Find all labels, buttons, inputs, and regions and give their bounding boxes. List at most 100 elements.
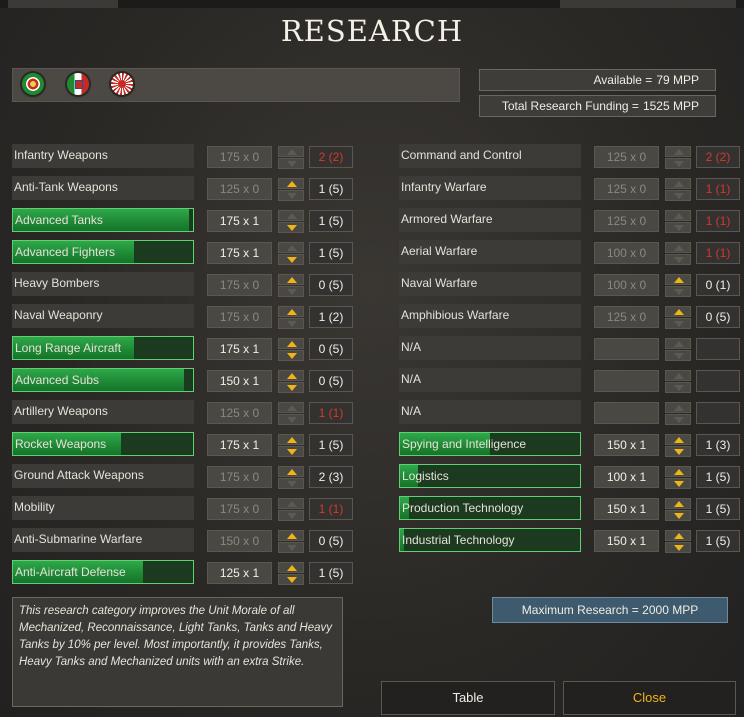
research-name-rocket-weapons[interactable]: Rocket Weapons: [12, 432, 194, 456]
decrease-arrow-icon[interactable]: [278, 158, 304, 169]
research-row-production-technology[interactable]: Production Technology 150 x 1 1 (5): [399, 496, 743, 521]
research-name-production-technology[interactable]: Production Technology: [399, 496, 581, 520]
decrease-arrow-icon[interactable]: [278, 542, 304, 553]
research-row-naval-weaponry[interactable]: Naval Weaponry 175 x 0 1 (2): [12, 304, 356, 329]
decrease-arrow-icon[interactable]: [278, 222, 304, 233]
decrease-arrow-icon[interactable]: [665, 286, 691, 297]
increase-arrow-icon[interactable]: [665, 498, 691, 509]
research-row-anti-submarine-warfare[interactable]: Anti-Submarine Warfare 150 x 0 0 (5): [12, 528, 356, 553]
research-name-infantry-weapons[interactable]: Infantry Weapons: [12, 144, 194, 168]
research-name-aerial-warfare[interactable]: Aerial Warfare: [399, 240, 581, 264]
increase-arrow-icon[interactable]: [278, 530, 304, 541]
decrease-arrow-icon[interactable]: [665, 222, 691, 233]
research-name-anti-aircraft-defense[interactable]: Anti-Aircraft Defense: [12, 560, 194, 584]
decrease-arrow-icon[interactable]: [665, 478, 691, 489]
decrease-arrow-icon[interactable]: [278, 190, 304, 201]
research-name-logistics[interactable]: Logistics: [399, 464, 581, 488]
research-name-long-range-aircraft[interactable]: Long Range Aircraft: [12, 336, 194, 360]
research-row-advanced-tanks[interactable]: Advanced Tanks 175 x 1 1 (5): [12, 208, 356, 233]
increase-arrow-icon[interactable]: [665, 530, 691, 541]
decrease-arrow-icon[interactable]: [278, 254, 304, 265]
increase-arrow-icon[interactable]: [278, 242, 304, 253]
increase-arrow-icon[interactable]: [278, 434, 304, 445]
research-row-artillery-weapons[interactable]: Artillery Weapons 125 x 0 1 (1): [12, 400, 356, 425]
research-name-industrial-technology[interactable]: Industrial Technology: [399, 528, 581, 552]
research-name-ground-attack-weapons[interactable]: Ground Attack Weapons: [12, 464, 194, 488]
research-name-command-and-control[interactable]: Command and Control: [399, 144, 581, 168]
research-row-infantry-warfare[interactable]: Infantry Warfare 125 x 0 1 (1): [399, 176, 743, 201]
research-row-spying-and-intelligence[interactable]: Spying and Intelligence 150 x 1 1 (3): [399, 432, 743, 457]
increase-arrow-icon[interactable]: [278, 370, 304, 381]
research-row-industrial-technology[interactable]: Industrial Technology 150 x 1 1 (5): [399, 528, 743, 553]
research-name-heavy-bombers[interactable]: Heavy Bombers: [12, 272, 194, 296]
research-name-armored-warfare[interactable]: Armored Warfare: [399, 208, 581, 232]
increase-arrow-icon[interactable]: [278, 210, 304, 221]
increase-arrow-icon[interactable]: [278, 178, 304, 189]
research-row-anti-aircraft-defense[interactable]: Anti-Aircraft Defense 125 x 1 1 (5): [12, 560, 356, 585]
increase-arrow-icon[interactable]: [278, 274, 304, 285]
increase-arrow-icon[interactable]: [665, 146, 691, 157]
research-row-n-a[interactable]: N/A: [399, 368, 743, 393]
research-name-n-a[interactable]: N/A: [399, 336, 581, 360]
research-name-anti-submarine-warfare[interactable]: Anti-Submarine Warfare: [12, 528, 194, 552]
research-row-long-range-aircraft[interactable]: Long Range Aircraft 175 x 1 0 (5): [12, 336, 356, 361]
decrease-arrow-icon[interactable]: [665, 510, 691, 521]
research-name-spying-and-intelligence[interactable]: Spying and Intelligence: [399, 432, 581, 456]
decrease-arrow-icon[interactable]: [665, 382, 691, 393]
research-row-n-a[interactable]: N/A: [399, 400, 743, 425]
increase-arrow-icon[interactable]: [278, 402, 304, 413]
research-name-anti-tank-weapons[interactable]: Anti-Tank Weapons: [12, 176, 194, 200]
increase-arrow-icon[interactable]: [665, 274, 691, 285]
increase-arrow-icon[interactable]: [665, 338, 691, 349]
research-row-ground-attack-weapons[interactable]: Ground Attack Weapons 175 x 0 2 (3): [12, 464, 356, 489]
decrease-arrow-icon[interactable]: [665, 542, 691, 553]
decrease-arrow-icon[interactable]: [665, 158, 691, 169]
research-name-naval-warfare[interactable]: Naval Warfare: [399, 272, 581, 296]
decrease-arrow-icon[interactable]: [665, 350, 691, 361]
research-name-n-a[interactable]: N/A: [399, 400, 581, 424]
increase-arrow-icon[interactable]: [665, 242, 691, 253]
research-row-armored-warfare[interactable]: Armored Warfare 125 x 0 1 (1): [399, 208, 743, 233]
increase-arrow-icon[interactable]: [278, 146, 304, 157]
research-name-n-a[interactable]: N/A: [399, 368, 581, 392]
increase-arrow-icon[interactable]: [278, 562, 304, 573]
research-name-amphibious-warfare[interactable]: Amphibious Warfare: [399, 304, 581, 328]
research-name-advanced-subs[interactable]: Advanced Subs: [12, 368, 194, 392]
research-name-artillery-weapons[interactable]: Artillery Weapons: [12, 400, 194, 424]
portugal-flag-icon[interactable]: [22, 73, 44, 95]
italy-flag-icon[interactable]: [67, 73, 89, 95]
increase-arrow-icon[interactable]: [278, 498, 304, 509]
research-row-rocket-weapons[interactable]: Rocket Weapons 175 x 1 1 (5): [12, 432, 356, 457]
decrease-arrow-icon[interactable]: [665, 414, 691, 425]
research-row-heavy-bombers[interactable]: Heavy Bombers 175 x 0 0 (5): [12, 272, 356, 297]
research-row-logistics[interactable]: Logistics 100 x 1 1 (5): [399, 464, 743, 489]
research-name-advanced-tanks[interactable]: Advanced Tanks: [12, 208, 194, 232]
decrease-arrow-icon[interactable]: [278, 510, 304, 521]
increase-arrow-icon[interactable]: [665, 178, 691, 189]
increase-arrow-icon[interactable]: [665, 370, 691, 381]
research-row-mobility[interactable]: Mobility 175 x 0 1 (1): [12, 496, 356, 521]
increase-arrow-icon[interactable]: [278, 466, 304, 477]
research-name-naval-weaponry[interactable]: Naval Weaponry: [12, 304, 194, 328]
close-button[interactable]: Close: [563, 681, 736, 715]
increase-arrow-icon[interactable]: [665, 306, 691, 317]
research-row-n-a[interactable]: N/A: [399, 336, 743, 361]
decrease-arrow-icon[interactable]: [278, 286, 304, 297]
decrease-arrow-icon[interactable]: [665, 190, 691, 201]
increase-arrow-icon[interactable]: [278, 306, 304, 317]
increase-arrow-icon[interactable]: [665, 210, 691, 221]
research-name-mobility[interactable]: Mobility: [12, 496, 194, 520]
increase-arrow-icon[interactable]: [278, 338, 304, 349]
decrease-arrow-icon[interactable]: [665, 254, 691, 265]
decrease-arrow-icon[interactable]: [278, 414, 304, 425]
research-row-naval-warfare[interactable]: Naval Warfare 100 x 0 0 (1): [399, 272, 743, 297]
research-name-advanced-fighters[interactable]: Advanced Fighters: [12, 240, 194, 264]
research-row-amphibious-warfare[interactable]: Amphibious Warfare 125 x 0 0 (5): [399, 304, 743, 329]
decrease-arrow-icon[interactable]: [278, 478, 304, 489]
research-row-advanced-subs[interactable]: Advanced Subs 150 x 1 0 (5): [12, 368, 356, 393]
decrease-arrow-icon[interactable]: [278, 382, 304, 393]
research-name-infantry-warfare[interactable]: Infantry Warfare: [399, 176, 581, 200]
research-row-advanced-fighters[interactable]: Advanced Fighters 175 x 1 1 (5): [12, 240, 356, 265]
table-button[interactable]: Table: [381, 681, 555, 715]
decrease-arrow-icon[interactable]: [278, 350, 304, 361]
